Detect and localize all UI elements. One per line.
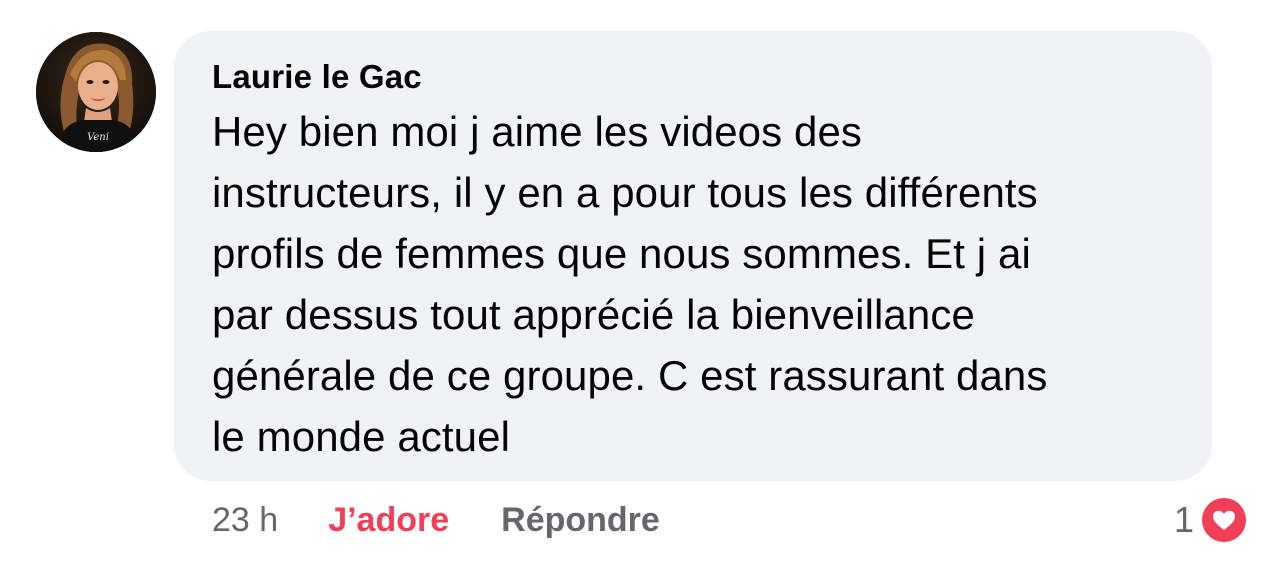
comment-timestamp[interactable]: 23 h (212, 501, 278, 540)
love-reaction-button[interactable]: J’adore (328, 501, 449, 540)
reaction-summary[interactable]: 1 (1174, 496, 1248, 544)
comment-text-line: générale de ce groupe. C est rassurant d… (212, 352, 1048, 399)
comment-text-line: par dessus tout apprécié la bienveillanc… (212, 291, 975, 338)
comment-text-line: Hey bien moi j aime les videos des (212, 108, 863, 155)
comment-text: Hey bien moi j aime les videos des instr… (212, 101, 1182, 467)
avatar-photo: Veni (36, 32, 156, 152)
heart-icon (1200, 496, 1248, 544)
reply-button[interactable]: Répondre (501, 501, 660, 540)
comment-bubble: Laurie le Gac Hey bien moi j aime les vi… (174, 31, 1212, 481)
comment-author[interactable]: Laurie le Gac (212, 57, 1182, 97)
comment-actions: 23 h J’adore Répondre (212, 498, 660, 542)
avatar[interactable]: Veni (36, 32, 156, 152)
comment-text-line: instructeurs, il y en a pour tous les di… (212, 169, 1038, 216)
comment-text-line: le monde actuel (212, 413, 511, 460)
reaction-count: 1 (1173, 499, 1194, 540)
svg-text:Veni: Veni (87, 132, 109, 143)
comment-text-line: profils de femmes que nous sommes. Et j … (212, 230, 1031, 277)
comment: Veni Laurie le Gac Hey bien moi j aime l… (0, 0, 1284, 567)
